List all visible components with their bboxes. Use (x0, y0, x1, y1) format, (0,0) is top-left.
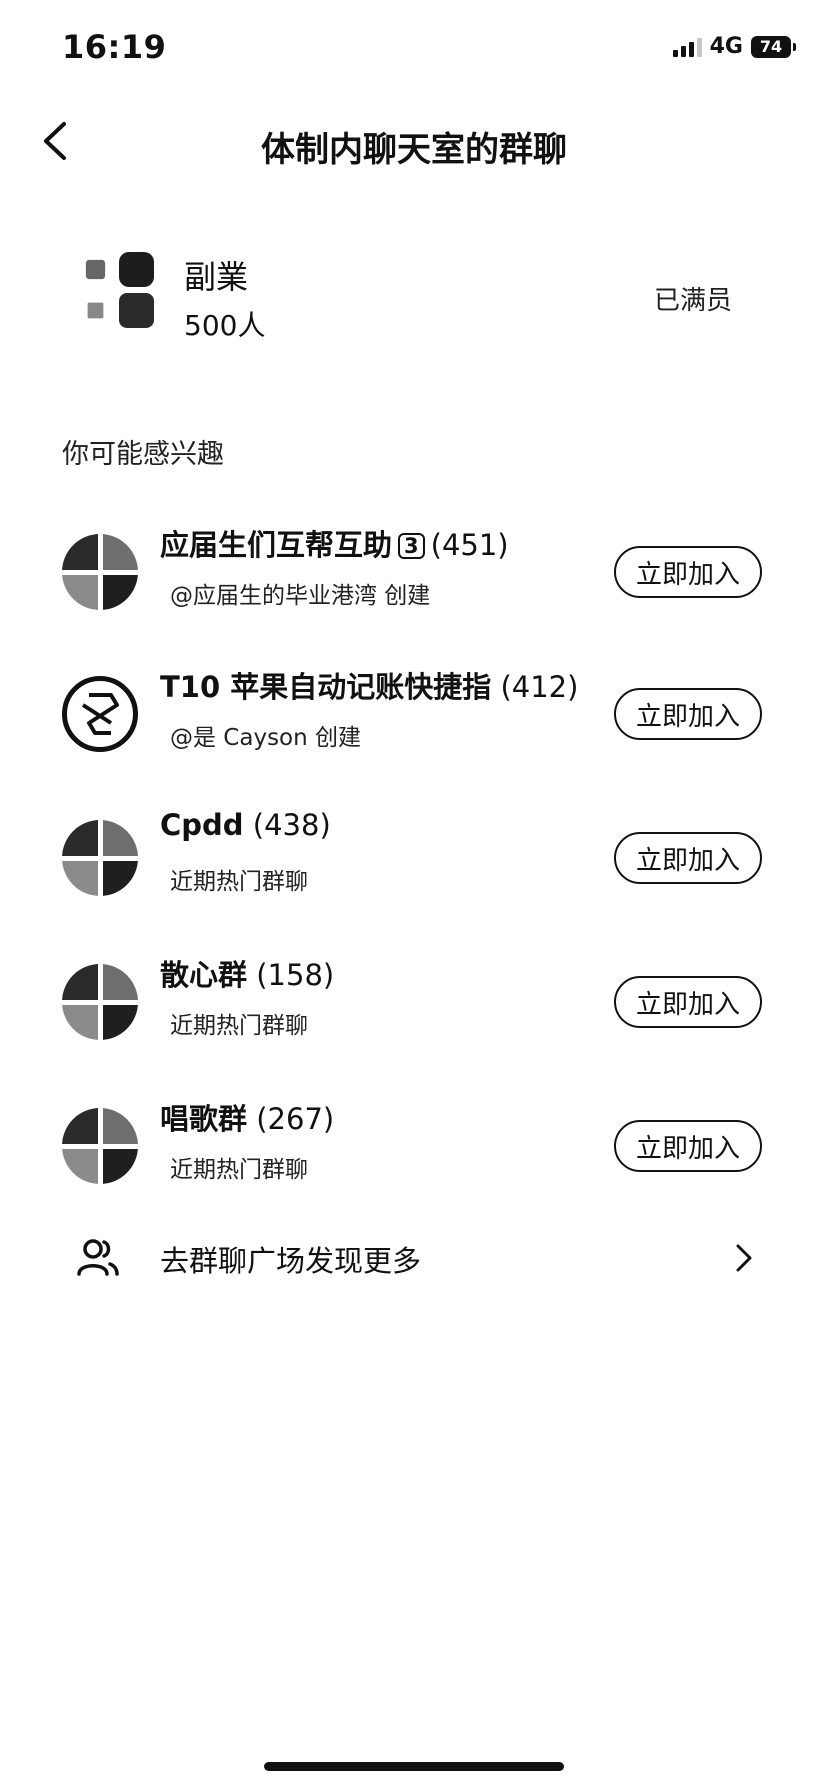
group-title: Cpdd (438) (160, 808, 331, 842)
group-avatar (62, 1108, 138, 1184)
list-item[interactable]: Cpdd (438) 近期热门群聊 立即加入 (0, 806, 828, 948)
section-title: 你可能感兴趣 (62, 439, 224, 470)
network-type: 4G (709, 34, 743, 59)
group-member-count: 500人 (184, 309, 266, 342)
page-title: 体制内聊天室的群聊 (261, 130, 567, 170)
level-badge: 3 (398, 533, 425, 559)
join-button[interactable]: 立即加入 (614, 1120, 762, 1172)
group-title: 散心群 (158) (160, 958, 335, 992)
status-indicators: 4G 74 (672, 34, 796, 59)
join-button[interactable]: 立即加入 (614, 688, 762, 740)
list-item[interactable]: T10 苹果自动记账快捷指 (412) @是 Cayson 创建 立即加入 (0, 662, 828, 804)
join-button[interactable]: 立即加入 (614, 832, 762, 884)
group-title: T10 苹果自动记账快捷指 (412) (160, 670, 579, 704)
home-indicator[interactable] (264, 1762, 564, 1771)
group-plaza-link[interactable]: 去群聊广场发现更多 (0, 1226, 828, 1296)
group-plaza-label: 去群聊广场发现更多 (160, 1244, 422, 1278)
group-title: 唱歌群 (267) (160, 1102, 335, 1136)
list-item[interactable]: 散心群 (158) 近期热门群聊 立即加入 (0, 950, 828, 1092)
group-full-status: 已满员 (653, 286, 732, 316)
group-title: 应届生们互帮互助 3 (451) (160, 528, 509, 562)
battery-icon: 74 (751, 35, 796, 58)
signal-icon (672, 37, 702, 57)
battery-level: 74 (751, 35, 791, 58)
list-item[interactable]: 应届生们互帮互助 3 (451) @应届生的毕业港湾 创建 立即加入 (0, 520, 828, 662)
group-subtitle: @应届生的毕业港湾 创建 (170, 583, 431, 609)
group-avatar (62, 964, 138, 1040)
join-button[interactable]: 立即加入 (614, 976, 762, 1028)
group-subtitle: 近期热门群聊 (170, 1013, 308, 1039)
group-logo-icon (62, 676, 138, 752)
chevron-right-icon (736, 1244, 752, 1272)
join-button[interactable]: 立即加入 (614, 546, 762, 598)
group-subtitle: 近期热门群聊 (170, 1157, 308, 1183)
status-time: 16:19 (62, 28, 167, 66)
group-avatar (78, 252, 154, 328)
list-item[interactable]: 唱歌群 (267) 近期热门群聊 立即加入 (0, 1094, 828, 1236)
people-icon (77, 1239, 119, 1276)
group-avatar (62, 534, 138, 610)
group-avatar (62, 820, 138, 896)
group-name: 副業 (184, 258, 249, 296)
group-subtitle: @是 Cayson 创建 (170, 725, 362, 751)
group-subtitle: 近期热门群聊 (170, 869, 308, 895)
